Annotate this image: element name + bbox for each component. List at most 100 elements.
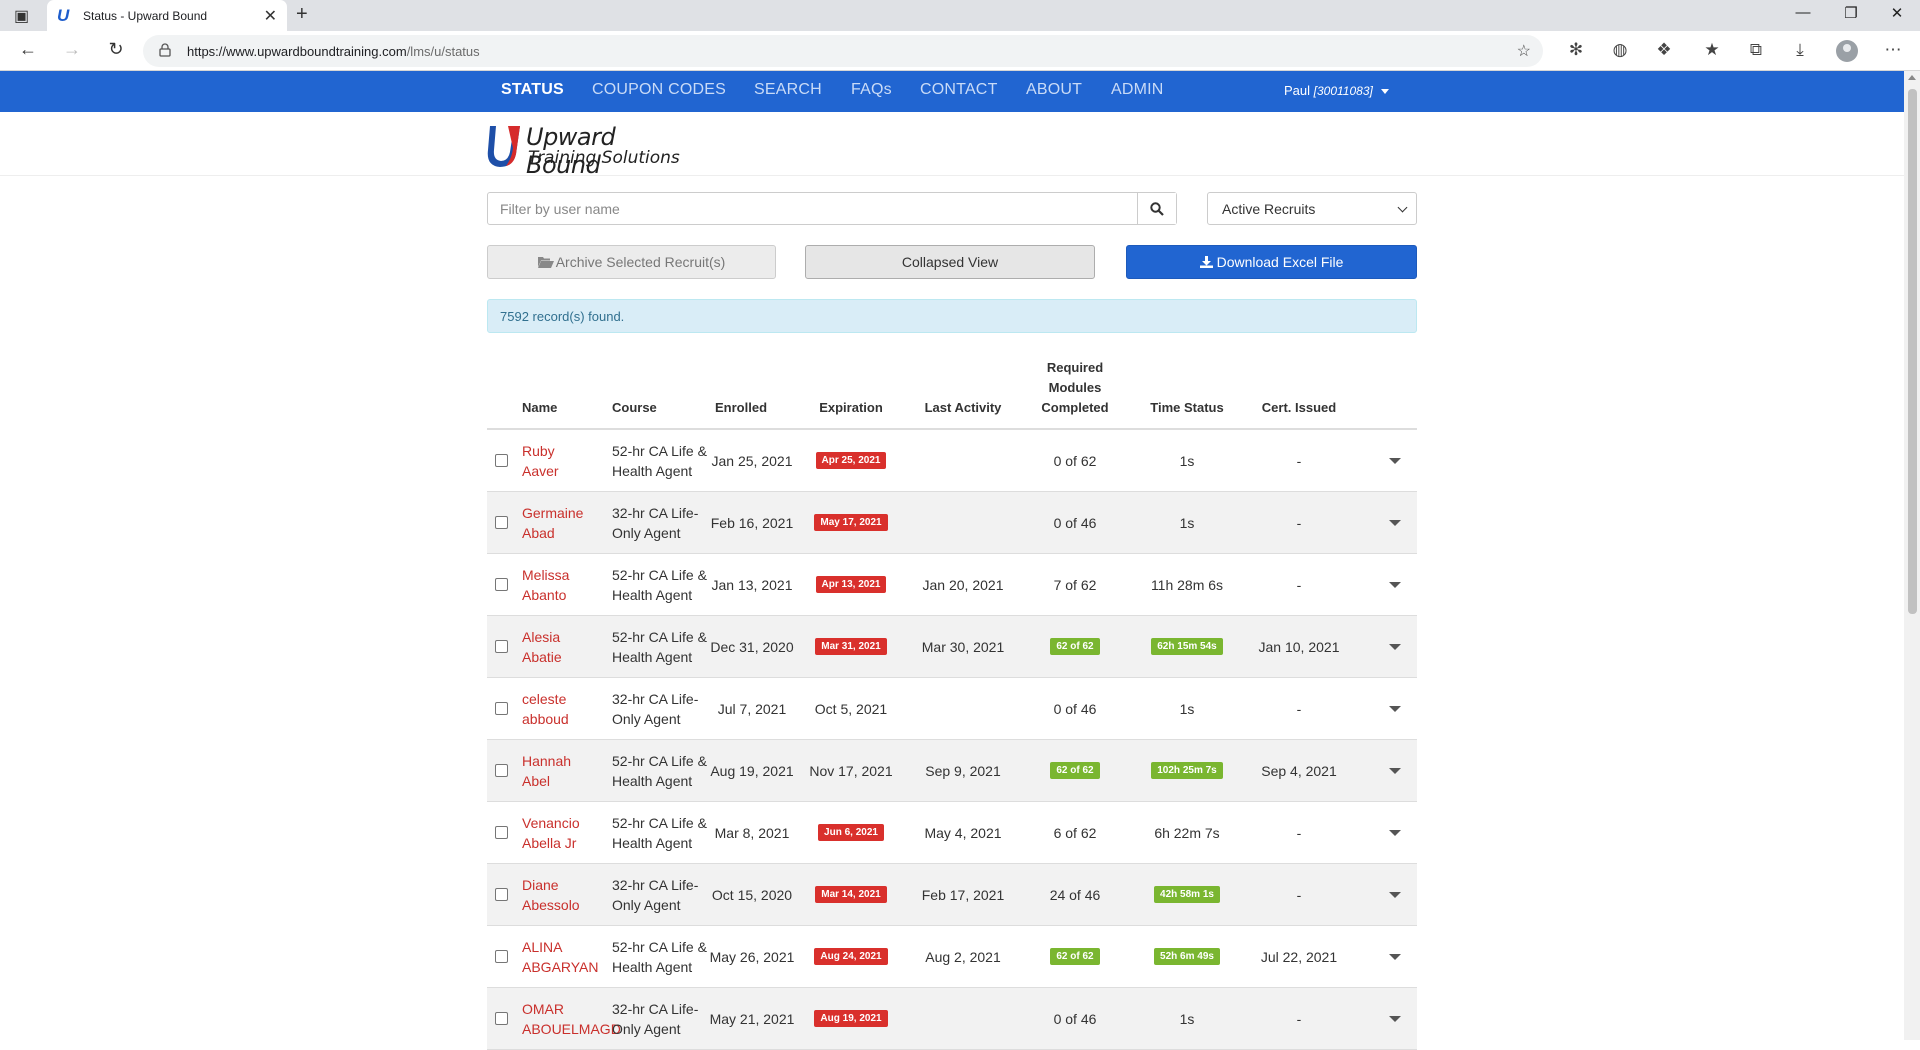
- recruit-table-body: Ruby Aaver 52-hr CA Life & Health Agent Ja…: [487, 430, 1417, 1050]
- enrolled-date: Mar 8, 2021: [714, 824, 790, 841]
- browser-toolbar: ← → ↻ https://www.upwardboundtraining.co…: [0, 31, 1920, 71]
- th-cert-issued[interactable]: Cert. Issued: [1262, 398, 1336, 418]
- time-status-badge: 52h 6m 49s: [1154, 948, 1220, 965]
- chevron-down-icon: [1397, 202, 1408, 213]
- expand-row-icon[interactable]: [1389, 457, 1401, 464]
- expand-row-icon[interactable]: [1389, 829, 1401, 836]
- collections-icon[interactable]: ⧉: [1743, 40, 1769, 60]
- address-bar[interactable]: https://www.upwardboundtraining.com/lms/…: [143, 35, 1543, 67]
- recruit-name-link[interactable]: Melissa Abanto: [522, 565, 569, 605]
- scroll-up-icon[interactable]: [1908, 75, 1916, 80]
- recruit-filter-select[interactable]: Active Recruits: [1207, 192, 1417, 225]
- enrolled-date: Aug 19, 2021: [710, 762, 794, 779]
- th-required-line-2: Modules: [1048, 380, 1102, 395]
- forward-icon[interactable]: →: [58, 39, 86, 60]
- th-expiration[interactable]: Expiration: [819, 398, 883, 418]
- table-row: Melissa Abanto 52-hr CA Life & Health Agen…: [487, 554, 1417, 616]
- expand-row-icon[interactable]: [1389, 705, 1401, 712]
- extension-icon[interactable]: ✻: [1563, 40, 1589, 60]
- more-menu-icon[interactable]: ⋯: [1880, 40, 1906, 60]
- row-select-checkbox[interactable]: [494, 888, 508, 901]
- restore-icon[interactable]: ❐: [1828, 4, 1874, 22]
- th-last-activity[interactable]: Last Activity: [925, 398, 1002, 418]
- nav-coupon-codes[interactable]: COUPON CODES: [592, 81, 726, 99]
- archive-button[interactable]: Archive Selected Recruit(s): [487, 245, 776, 279]
- favorites-icon[interactable]: ★: [1699, 40, 1725, 60]
- row-select-checkbox[interactable]: [494, 764, 508, 777]
- minimize-icon[interactable]: —: [1780, 4, 1826, 21]
- expand-row-icon[interactable]: [1389, 581, 1401, 588]
- page-scrollbar[interactable]: [1904, 71, 1920, 1040]
- row-select-checkbox[interactable]: [494, 640, 508, 653]
- nav-about[interactable]: ABOUT: [1026, 81, 1082, 99]
- row-select-checkbox[interactable]: [494, 454, 508, 467]
- recruit-name-link[interactable]: Ruby Aaver: [522, 441, 559, 481]
- cert-issued-date: -: [1296, 824, 1302, 841]
- th-required-modules[interactable]: Required Modules Completed: [1041, 358, 1108, 418]
- row-select-checkbox[interactable]: [494, 578, 508, 591]
- recruit-name-link[interactable]: OMAR ABOUELMAGD: [522, 999, 621, 1039]
- th-required-line-3: Completed: [1041, 400, 1109, 415]
- last-activity-date: Aug 2, 2021: [925, 948, 1001, 965]
- nav-faqs[interactable]: FAQs: [851, 81, 892, 99]
- collapsed-view-button[interactable]: Collapsed View: [805, 245, 1095, 279]
- profile-avatar-icon[interactable]: [1836, 40, 1858, 62]
- reload-icon[interactable]: ↻: [102, 39, 130, 60]
- expand-row-icon[interactable]: [1389, 891, 1401, 898]
- recruit-name-link[interactable]: Germaine Abad: [522, 503, 583, 543]
- extensions-puzzle-icon[interactable]: ❖: [1651, 40, 1677, 60]
- time-status-text: 1s: [1179, 514, 1195, 531]
- row-select-checkbox[interactable]: [494, 1012, 508, 1025]
- expand-row-icon[interactable]: [1389, 1015, 1401, 1022]
- time-status-text: 1s: [1179, 700, 1195, 717]
- th-course[interactable]: Course: [612, 398, 657, 418]
- site-logo[interactable]: Upward Bound Training Solutions: [486, 120, 686, 179]
- nav-admin[interactable]: ADMIN: [1111, 81, 1164, 99]
- close-tab-icon[interactable]: ✕: [264, 6, 277, 26]
- user-menu[interactable]: Paul [30011083]: [1284, 83, 1389, 98]
- close-window-icon[interactable]: ✕: [1874, 4, 1920, 22]
- expand-row-icon[interactable]: [1389, 519, 1401, 526]
- enrolled-date: Oct 15, 2020: [711, 886, 793, 903]
- modules-text: 24 of 46: [1049, 886, 1101, 903]
- cert-issued-date: Sep 4, 2021: [1261, 762, 1337, 779]
- add-favorite-icon[interactable]: ☆: [1517, 41, 1531, 61]
- search-button[interactable]: [1137, 193, 1176, 224]
- nav-status[interactable]: STATUS: [501, 81, 564, 99]
- th-enrolled[interactable]: Enrolled: [715, 398, 767, 418]
- recruit-name-link[interactable]: celeste abboud: [522, 689, 569, 729]
- back-icon[interactable]: ←: [14, 39, 42, 60]
- browser-tab[interactable]: U Status - Upward Bound ✕: [47, 0, 287, 31]
- scrollbar-thumb[interactable]: [1908, 89, 1917, 614]
- logo-u-icon: [487, 126, 520, 167]
- nav-search[interactable]: SEARCH: [754, 81, 822, 99]
- downloads-icon[interactable]: ⤓: [1787, 40, 1813, 60]
- expiration-badge: May 17, 2021: [814, 514, 888, 531]
- row-select-checkbox[interactable]: [494, 950, 508, 963]
- tab-actions-icon[interactable]: ▣: [14, 6, 29, 26]
- new-tab-icon[interactable]: +: [296, 3, 308, 26]
- row-select-checkbox[interactable]: [494, 826, 508, 839]
- tracking-icon[interactable]: ◍: [1607, 40, 1633, 60]
- time-status-text: 11h 28m 6s: [1150, 576, 1224, 593]
- recruit-name-link[interactable]: ALINA ABGARYAN: [522, 937, 599, 977]
- download-excel-button[interactable]: Download Excel File: [1126, 245, 1417, 279]
- records-count-text: 7592 record(s) found.: [500, 309, 625, 324]
- last-activity-date: Mar 30, 2021: [921, 638, 1005, 655]
- enrolled-date: Jan 25, 2021: [711, 452, 793, 469]
- expand-row-icon[interactable]: [1389, 767, 1401, 774]
- recruit-name-link[interactable]: Venancio Abella Jr: [522, 813, 580, 853]
- search-input[interactable]: [488, 193, 1138, 224]
- expand-row-icon[interactable]: [1389, 643, 1401, 650]
- th-name[interactable]: Name: [522, 398, 557, 418]
- recruit-name-link[interactable]: Diane Abessolo: [522, 875, 580, 915]
- row-select-checkbox[interactable]: [494, 516, 508, 529]
- time-status-badge: 42h 58m 1s: [1154, 886, 1220, 903]
- row-select-checkbox[interactable]: [494, 702, 508, 715]
- recruit-name-link[interactable]: Alesia Abatie: [522, 627, 562, 667]
- cert-issued-date: -: [1296, 452, 1302, 469]
- th-time-status[interactable]: Time Status: [1150, 398, 1223, 418]
- recruit-name-link[interactable]: Hannah Abel: [522, 751, 571, 791]
- nav-contact[interactable]: CONTACT: [920, 81, 998, 99]
- expand-row-icon[interactable]: [1389, 953, 1401, 960]
